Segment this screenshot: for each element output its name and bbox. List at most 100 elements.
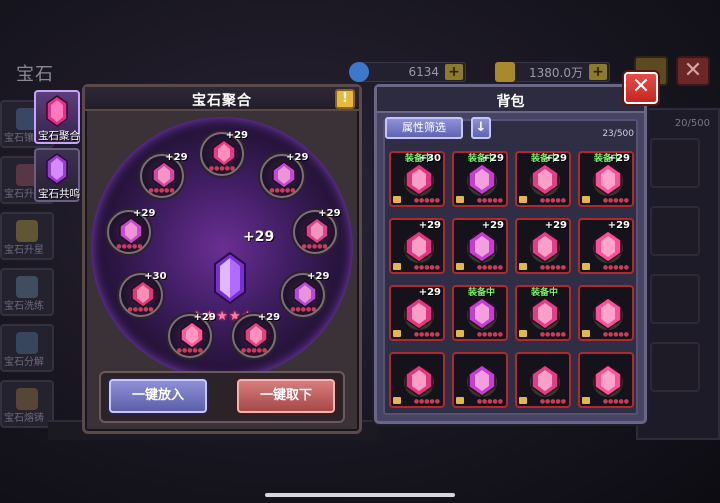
close-button[interactable]: ✕ <box>624 72 658 104</box>
lock-icon <box>582 263 590 270</box>
gem-icon <box>593 297 623 330</box>
gem-socket[interactable]: +29 ●●●●● <box>107 208 155 254</box>
gem-icon <box>304 216 329 245</box>
gem-icon <box>272 161 297 189</box>
item-stars: ●●●●● <box>476 331 503 338</box>
backpack-item[interactable]: 装备中 ●●●●● <box>515 285 571 341</box>
backpack-item[interactable]: ●●●●● <box>452 352 508 408</box>
socket-value: +29 <box>193 312 216 324</box>
gem-socket[interactable]: +30 ●●●●● <box>118 271 167 317</box>
backpack-title: 背包 <box>496 94 525 110</box>
backpack-item[interactable]: 装备中 +29 ●●●●● <box>452 151 508 207</box>
socket-stars: ●●●●● <box>127 306 154 313</box>
gem-socket[interactable]: +29 ●●●●● <box>167 312 216 359</box>
item-value: +29 <box>544 153 567 164</box>
item-value: +29 <box>607 220 630 231</box>
gem-socket[interactable]: +29 ●●●●● <box>232 312 280 359</box>
socket-stars: ●●●●● <box>301 242 328 250</box>
gem-icon <box>467 364 497 397</box>
backpack-item[interactable]: +29 ●●●●● <box>389 218 445 274</box>
bg-tab-refine[interactable]: 宝石洗练 <box>0 268 54 316</box>
backpack-item[interactable]: +29 ●●●●● <box>515 218 571 274</box>
one-click-take-button[interactable]: 一键取下 <box>237 379 335 413</box>
tab-gem-fusion-label: 宝石聚合 <box>38 130 80 142</box>
gem-icon <box>593 230 623 263</box>
bg-tab-decompose[interactable]: 宝石分解 <box>0 324 54 372</box>
backpack-item[interactable]: ●●●●● <box>515 352 571 408</box>
item-stars: ●●●●● <box>476 398 503 405</box>
gem-socket[interactable]: +29 ●●●●● <box>292 208 341 254</box>
gem-icon <box>467 297 497 330</box>
tab-gem-resonance-label: 宝石共鸣 <box>38 188 80 200</box>
attribute-filter-button[interactable]: 属性筛选 <box>385 117 463 139</box>
lock-icon <box>519 196 527 203</box>
purple-gem-icon <box>46 153 68 185</box>
sort-arrow-icon[interactable]: ↓ <box>471 117 491 139</box>
backpack-header: 背包 <box>377 87 644 113</box>
gem-icon <box>404 163 434 196</box>
socket-value: +29 <box>257 312 281 324</box>
item-stars: ●●●●● <box>539 331 566 338</box>
equipped-label: 装备中 <box>468 288 496 298</box>
star-icon <box>16 220 38 242</box>
background-bag-count: 20/500 <box>674 118 710 129</box>
backpack-item[interactable]: ●●●●● <box>578 352 634 408</box>
backpack-item[interactable]: 装备中 ●●●●● <box>452 285 508 341</box>
help-icon[interactable]: ! <box>335 89 355 109</box>
lock-icon <box>456 397 464 404</box>
item-stars: ●●●●● <box>476 264 503 271</box>
bg-tab-star[interactable]: 宝石升星 <box>0 212 54 260</box>
backpack-item[interactable]: +29 ●●●●● <box>578 218 634 274</box>
gem-socket[interactable]: +29 ●●●●● <box>281 271 329 317</box>
tab-gem-resonance[interactable]: 宝石共鸣 <box>34 148 80 202</box>
tab-gem-fusion[interactable]: 宝石聚合 <box>34 90 80 144</box>
backpack-item[interactable]: 装备中 +29 ●●●●● <box>515 151 571 207</box>
fusion-title: 宝石聚合 <box>192 93 252 109</box>
backpack-panel: 背包 属性筛选 ↓ 23/500 装备中 +30 ●●●●● 装备中 +29 ●●●●● 装… <box>374 84 647 424</box>
add-gold-button[interactable]: + <box>589 64 607 80</box>
bg-tab-forge[interactable]: 宝石熔铸 <box>0 380 54 428</box>
background-slot <box>650 206 700 256</box>
one-click-put-button[interactable]: 一键放入 <box>109 379 207 413</box>
gem-icon <box>151 161 176 189</box>
gem-socket[interactable]: +29 ●●●●● <box>139 152 188 198</box>
backpack-item[interactable]: +29 ●●●●● <box>389 285 445 341</box>
item-value: +30 <box>418 153 441 164</box>
socket-value: +29 <box>286 151 309 163</box>
item-value: +29 <box>481 220 504 231</box>
item-stars: ●●●●● <box>413 197 440 204</box>
lock-icon <box>456 330 464 337</box>
lock-icon <box>582 196 590 203</box>
item-stars: ●●●●● <box>413 264 440 271</box>
gold-icon <box>495 62 515 82</box>
backpack-item[interactable]: 装备中 +30 ●●●●● <box>389 151 445 207</box>
socket-stars: ●●●●● <box>148 186 175 194</box>
gem-icon <box>16 276 38 298</box>
item-stars: ●●●●● <box>476 197 503 204</box>
gem-icon <box>593 364 623 397</box>
lock-icon <box>582 397 590 404</box>
home-indicator <box>265 493 455 497</box>
diamond-icon <box>349 62 369 82</box>
gem-icon <box>530 297 560 330</box>
socket-stars: ●●●●● <box>290 306 317 313</box>
backpack-capacity: 23/500 <box>602 129 634 139</box>
gem-socket[interactable]: +29 ●●●●● <box>260 152 308 198</box>
lock-icon <box>456 196 464 203</box>
backpack-item[interactable]: ●●●●● <box>578 285 634 341</box>
gem-icon <box>16 332 38 354</box>
item-stars: ●●●●● <box>413 398 440 405</box>
gem-socket[interactable]: +29 ●●●●● <box>200 130 248 176</box>
socket-value: +30 <box>144 271 167 282</box>
background-close-button[interactable]: ✕ <box>676 56 710 86</box>
add-diamond-button[interactable]: + <box>445 64 463 80</box>
lock-icon <box>393 397 401 404</box>
backpack-item[interactable]: 装备中 +29 ●●●●● <box>578 151 634 207</box>
lock-icon <box>519 397 527 404</box>
item-value: +29 <box>607 153 630 164</box>
backpack-item[interactable]: +29 ●●●●● <box>452 218 508 274</box>
backpack-item[interactable]: ●●●●● <box>389 352 445 408</box>
lock-icon <box>393 196 401 203</box>
lock-icon <box>519 330 527 337</box>
fusion-wheel: +29 ★★★★★ +29 ●●●●● +29 ●●●●● +29 ●●●●● +29 ●●●… <box>91 117 353 379</box>
